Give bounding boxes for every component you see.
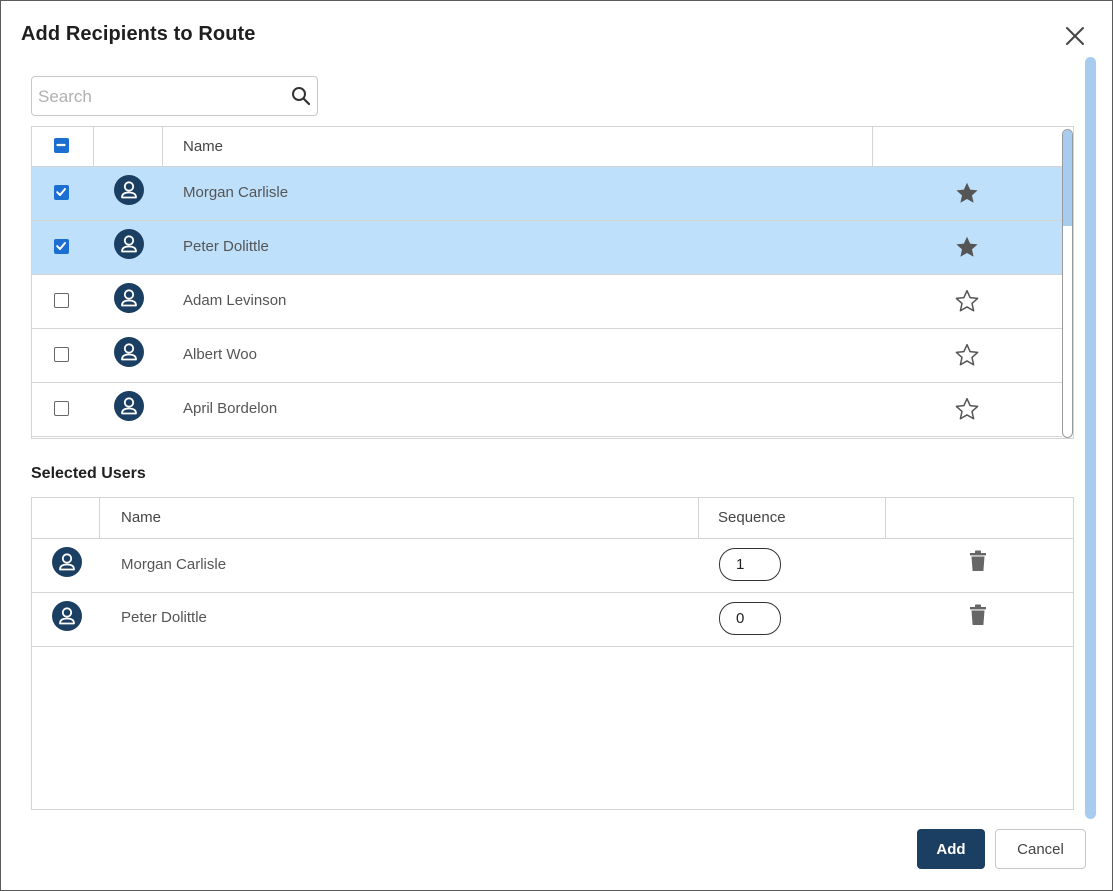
recipient-row[interactable]: Peter Dolittle: [32, 221, 1062, 275]
favorite-star-outline-icon[interactable]: [954, 288, 980, 314]
recipient-row[interactable]: Morgan Carlisle: [32, 167, 1062, 221]
user-avatar-icon: [52, 601, 82, 631]
recipient-name: April Bordelon: [183, 400, 278, 417]
delete-icon[interactable]: [969, 604, 987, 626]
column-header-name: Name: [121, 509, 162, 526]
selected-user-name: Morgan Carlisle: [121, 556, 227, 573]
user-avatar-icon: [114, 229, 144, 259]
delete-icon[interactable]: [969, 550, 987, 572]
favorite-star-filled-icon[interactable]: [954, 180, 980, 206]
selected-users-table-header: Name Sequence: [32, 498, 1073, 539]
favorite-star-outline-icon[interactable]: [954, 342, 980, 368]
favorite-star-outline-icon[interactable]: [954, 396, 980, 422]
row-checkbox[interactable]: [54, 185, 69, 200]
recipient-name: Peter Dolittle: [183, 238, 269, 255]
dialog-title: Add Recipients to Route: [21, 23, 256, 45]
sequence-input[interactable]: [719, 602, 781, 635]
recipient-name: Morgan Carlisle: [183, 184, 289, 201]
recipients-table: Name Morgan Carlisle Peter Dolittle Adam…: [31, 126, 1074, 439]
selected-users-title: Selected Users: [31, 465, 146, 482]
user-avatar-icon: [114, 391, 144, 421]
user-avatar-icon: [114, 337, 144, 367]
row-checkbox[interactable]: [54, 293, 69, 308]
recipients-scrollbar[interactable]: [1062, 129, 1073, 438]
column-header-name[interactable]: Name: [183, 138, 223, 155]
row-checkbox[interactable]: [54, 401, 69, 416]
row-checkbox[interactable]: [54, 239, 69, 254]
user-avatar-icon: [114, 175, 144, 205]
cancel-button[interactable]: Cancel: [995, 829, 1086, 869]
favorite-star-filled-icon[interactable]: [954, 234, 980, 260]
search-icon[interactable]: [291, 86, 311, 106]
recipient-row[interactable]: April Bordelon: [32, 383, 1062, 437]
select-all-checkbox[interactable]: [54, 138, 69, 153]
user-avatar-icon: [52, 547, 82, 577]
selected-user-row: Morgan Carlisle: [32, 539, 1073, 593]
add-button[interactable]: Add: [917, 829, 985, 869]
add-recipients-dialog: Add Recipients to Route Name: [0, 0, 1113, 891]
recipient-name: Albert Woo: [183, 346, 257, 363]
column-header-sequence: Sequence: [718, 509, 786, 526]
selected-user-row: Peter Dolittle: [32, 593, 1073, 647]
dialog-scrollbar[interactable]: [1085, 57, 1096, 819]
selected-users-table: Name Sequence Morgan Carlisle Peter Doli…: [31, 497, 1074, 810]
user-avatar-icon: [114, 283, 144, 313]
recipients-table-header: Name: [32, 127, 1062, 167]
sequence-input[interactable]: [719, 548, 781, 581]
recipient-row[interactable]: Adam Levinson: [32, 275, 1062, 329]
search-input[interactable]: [38, 85, 278, 109]
recipient-row[interactable]: Albert Woo: [32, 329, 1062, 383]
recipient-name: Adam Levinson: [183, 292, 287, 309]
selected-user-name: Peter Dolittle: [121, 609, 207, 626]
search-box: [31, 76, 318, 116]
row-checkbox[interactable]: [54, 347, 69, 362]
close-icon[interactable]: [1063, 24, 1087, 48]
